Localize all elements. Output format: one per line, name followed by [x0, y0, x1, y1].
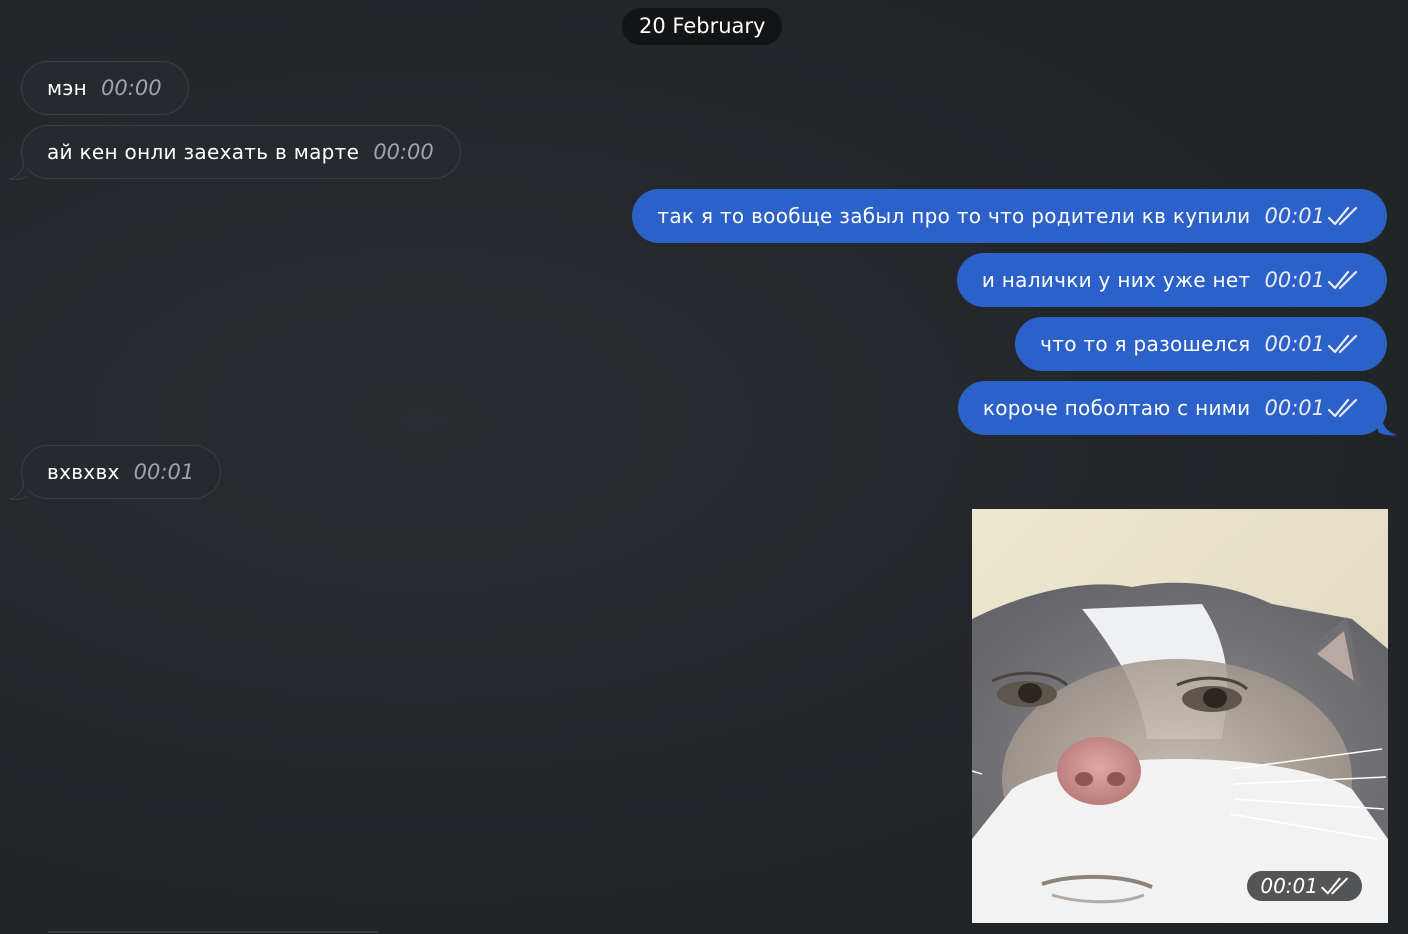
photo-time-badge: 00:01	[1247, 871, 1362, 901]
double-check-icon	[1327, 334, 1358, 354]
next-message-edge	[48, 931, 378, 933]
bubble-tail-icon	[8, 480, 28, 500]
double-check-icon	[1327, 270, 1358, 290]
message-time: 00:01	[1264, 332, 1325, 356]
message-bubble-incoming[interactable]: вхвхвх 00:01	[21, 445, 222, 499]
message-bubble-outgoing[interactable]: короче поболтаю с ними 00:01	[957, 381, 1387, 435]
message-bubble-incoming[interactable]: мэн 00:00	[21, 61, 189, 115]
photo-message[interactable]: 00:01	[972, 509, 1388, 923]
message-text: мэн	[47, 76, 88, 100]
double-check-icon	[1321, 877, 1348, 895]
message-time: 00:01	[133, 460, 195, 484]
message-bubble-incoming[interactable]: ай кен онли заехать в марте 00:00	[21, 125, 461, 179]
message-time: 00:00	[101, 76, 162, 100]
photo-time: 00:01	[1260, 874, 1318, 898]
cat-photo-image	[972, 509, 1388, 923]
message-bubble-outgoing[interactable]: что то я разошелся 00:01	[1015, 317, 1387, 371]
message-text: вхвхвх	[47, 460, 120, 484]
message-text: ай кен онли заехать в марте	[47, 140, 360, 164]
message-bubble-outgoing[interactable]: и налички у них уже нет 00:01	[956, 253, 1387, 307]
message-text: так я то вообще забыл про то что родител…	[657, 204, 1251, 228]
message-text: и налички у них уже нет	[981, 268, 1251, 292]
message-time: 00:01	[1264, 396, 1325, 420]
message-time: 00:01	[1264, 268, 1325, 292]
double-check-icon	[1327, 398, 1358, 418]
message-time: 00:00	[373, 140, 434, 164]
message-text: что то я разошелся	[1040, 332, 1251, 356]
bubble-tail-icon	[8, 160, 28, 180]
message-text: короче поболтаю с ними	[982, 396, 1251, 420]
chat-area[interactable]: 20 February мэн 00:00 ай кен онли заехат…	[0, 0, 1408, 934]
date-separator: 20 February	[622, 8, 783, 45]
bubble-tail-icon	[1378, 416, 1397, 436]
message-bubble-outgoing[interactable]: так я то вообще забыл про то что родител…	[632, 189, 1387, 243]
double-check-icon	[1327, 206, 1358, 226]
message-time: 00:01	[1264, 204, 1325, 228]
